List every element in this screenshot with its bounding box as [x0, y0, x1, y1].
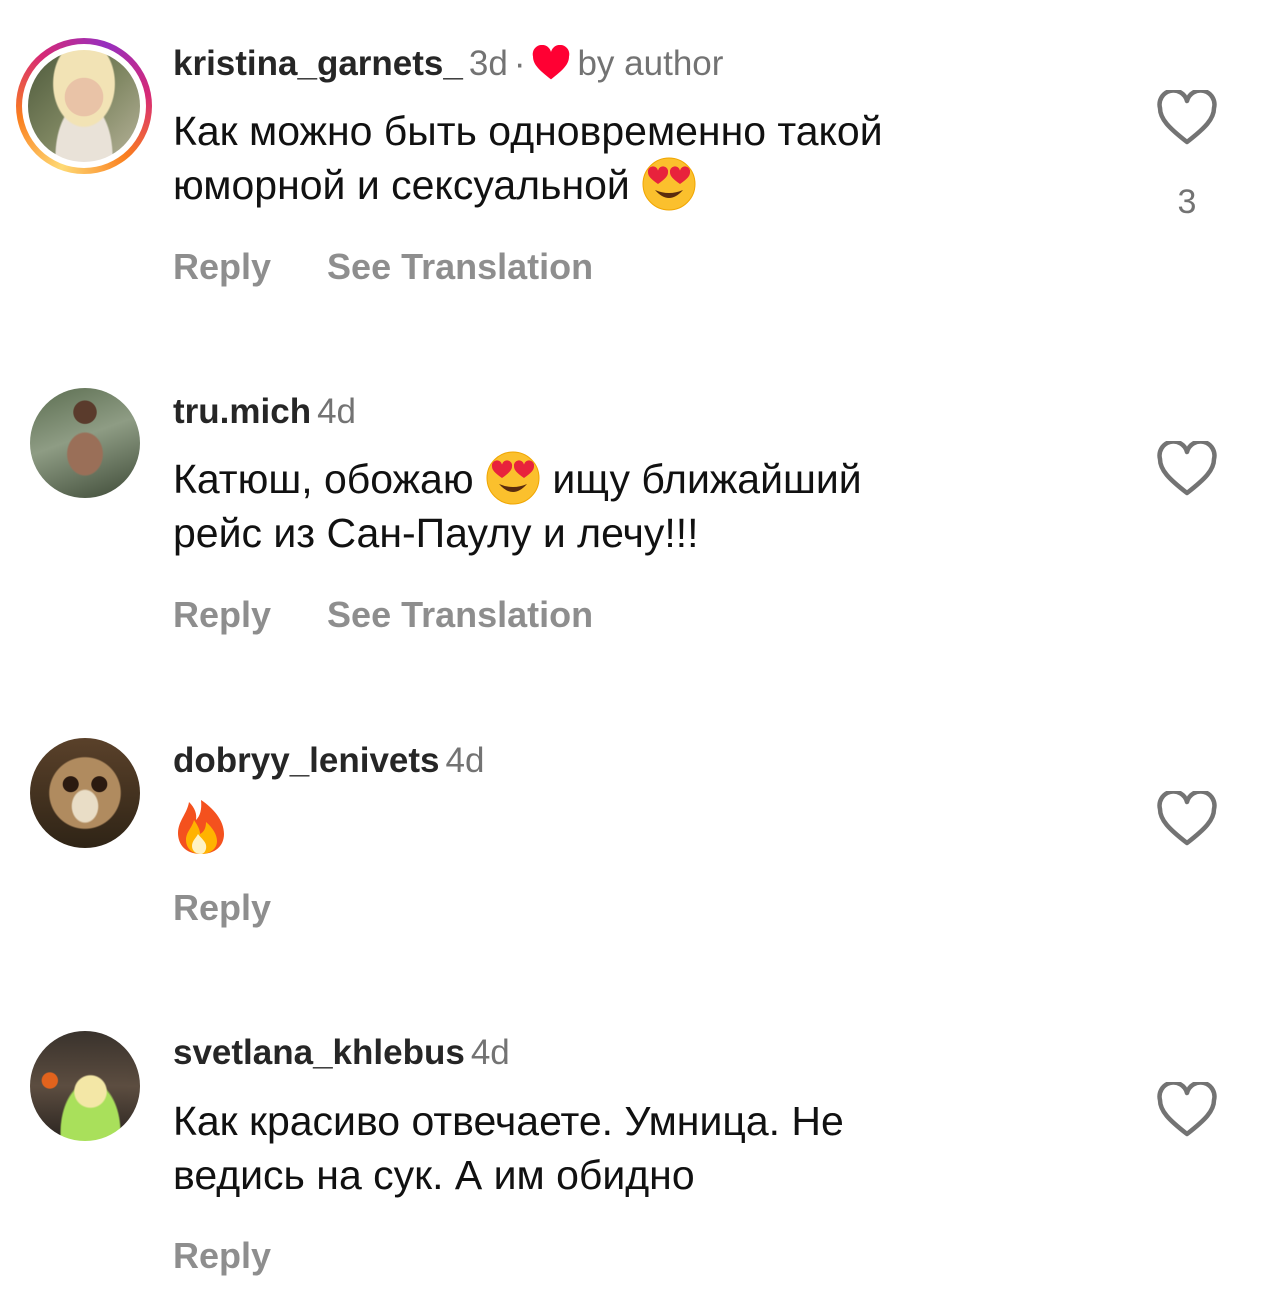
- username[interactable]: dobryy_lenivets: [173, 741, 440, 780]
- comment-actions: Reply See Translation: [173, 245, 593, 289]
- comment-text-line: Как красиво отвечаете. Умница. Не: [173, 1098, 844, 1144]
- comment-text-line: ищу ближайший: [552, 456, 862, 502]
- comment-text: Катюш, обожаю ищу ближайший рейс из Сан-…: [173, 451, 1103, 560]
- comment-time: 4d: [445, 741, 485, 780]
- comment-text: [173, 800, 1103, 856]
- comment-text-line-wrap: Катюш, обожаю ищу ближайший: [173, 451, 1103, 506]
- comment-actions: Reply: [173, 886, 271, 930]
- avatar-image: [30, 388, 140, 498]
- comment-text-line: Катюш, обожаю: [173, 456, 474, 502]
- avatar[interactable]: [30, 1031, 140, 1141]
- reply-button[interactable]: Reply: [173, 1235, 271, 1276]
- like-heart-icon[interactable]: [1156, 441, 1218, 497]
- comment-text-line-wrap: юморной и сексуальной: [173, 157, 1103, 212]
- see-translation-button[interactable]: See Translation: [327, 594, 593, 635]
- avatar: [22, 44, 146, 168]
- comments-list: kristina_garnets_ 3d · by author Как можно …: [0, 0, 1276, 1301]
- comment-time: 4d: [317, 392, 357, 431]
- comment-header: kristina_garnets_ 3d · by author: [173, 42, 723, 86]
- comment-text: Как красиво отвечаете. Умница. Не ведись…: [173, 1094, 1103, 1202]
- comment-header: svetlana_khlebus 4d: [173, 1031, 510, 1075]
- author-liked-heart-icon: [533, 44, 570, 80]
- see-translation-button[interactable]: See Translation: [327, 246, 593, 287]
- avatar-image: [30, 1031, 140, 1141]
- username[interactable]: kristina_garnets_: [173, 44, 463, 83]
- fire-emoji-icon: [178, 800, 224, 855]
- comment-header: tru.mich 4d: [173, 390, 356, 434]
- liked-by-author-label: by author: [577, 44, 724, 83]
- like-heart-icon[interactable]: [1156, 791, 1218, 847]
- comment-actions: Reply: [173, 1234, 271, 1278]
- comment-text-line: Как можно быть одновременно такой: [173, 108, 883, 154]
- avatar[interactable]: [30, 738, 140, 848]
- username[interactable]: svetlana_khlebus: [173, 1033, 465, 1072]
- comment-time: 3d: [468, 44, 508, 83]
- heart-eyes-emoji-icon: [486, 451, 540, 505]
- like-heart-icon[interactable]: [1156, 90, 1218, 146]
- reply-button[interactable]: Reply: [173, 594, 271, 635]
- avatar-image: [30, 738, 140, 848]
- separator: ·: [513, 44, 526, 83]
- avatar-story-ring[interactable]: [16, 38, 152, 174]
- heart-eyes-emoji-icon: [642, 157, 696, 211]
- comment-time: 4d: [470, 1033, 510, 1072]
- comment-text-line: рейс из Сан-Паулу и лечу!!!: [173, 510, 699, 557]
- like-count: 3: [1177, 183, 1197, 221]
- reply-button[interactable]: Reply: [173, 887, 271, 928]
- avatar-image: [28, 50, 140, 162]
- reply-button[interactable]: Reply: [173, 246, 271, 287]
- avatar[interactable]: [30, 388, 140, 498]
- comment-actions: Reply See Translation: [173, 593, 593, 637]
- comment-header: dobryy_lenivets 4d: [173, 739, 484, 783]
- comment-text-line: юморной и сексуальной: [173, 162, 630, 208]
- comment-text: Как можно быть одновременно такой юморно…: [173, 104, 1103, 212]
- username[interactable]: tru.mich: [173, 392, 311, 431]
- comment-text-line: ведись на сук. А им обидно: [173, 1152, 695, 1198]
- like-heart-icon[interactable]: [1156, 1082, 1218, 1138]
